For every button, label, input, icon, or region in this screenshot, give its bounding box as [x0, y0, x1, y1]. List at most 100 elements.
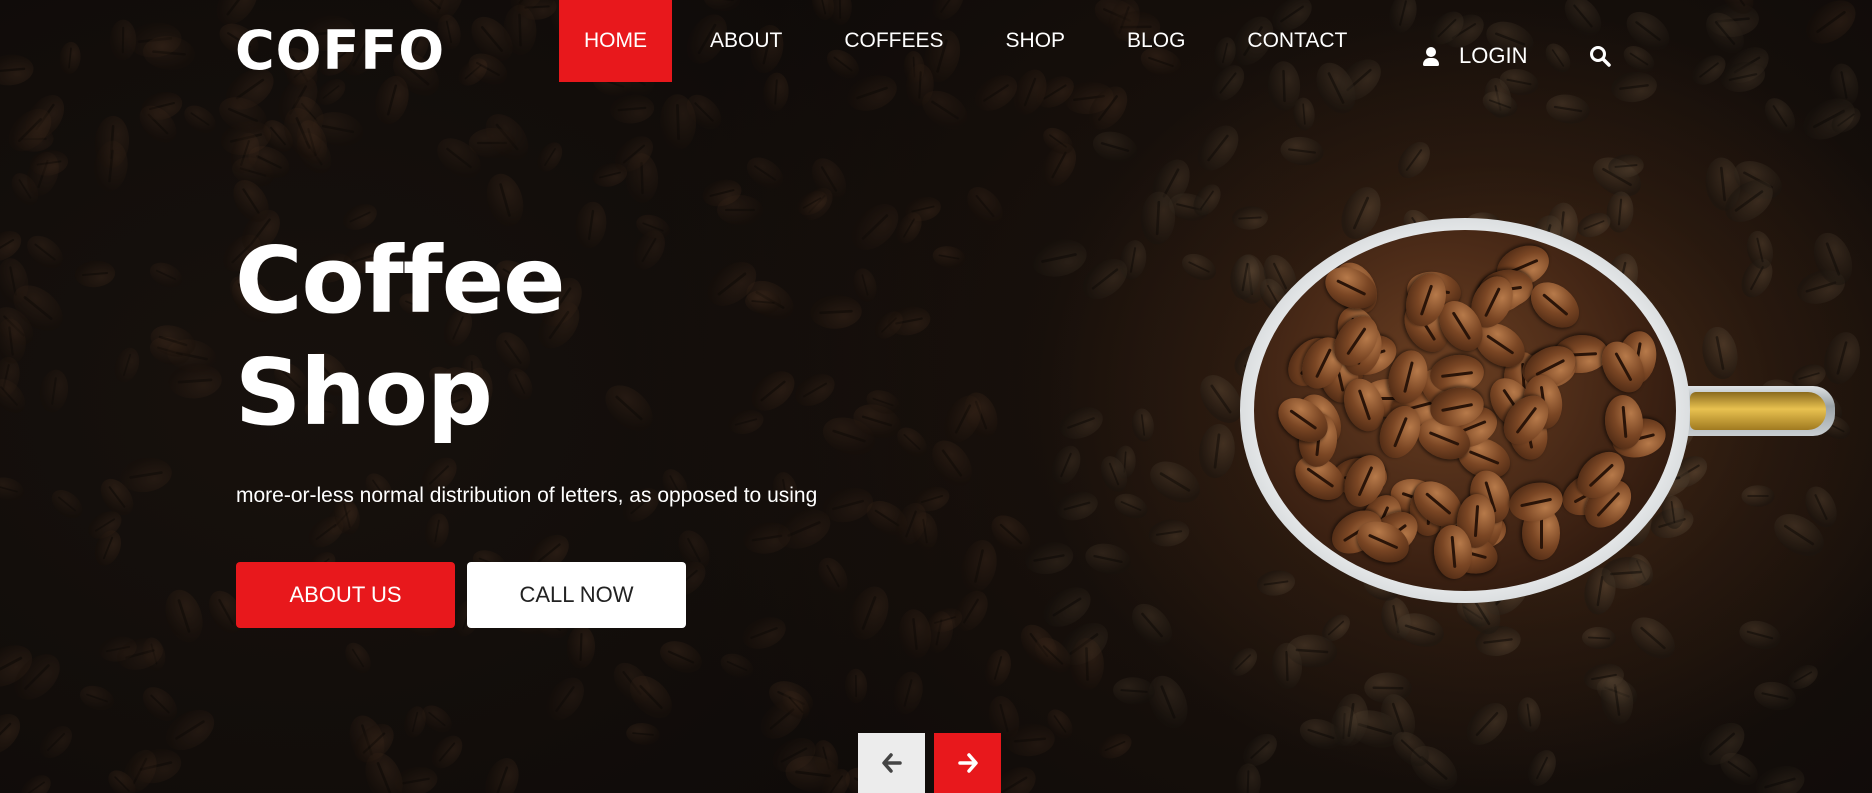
background-bean [1088, 126, 1141, 168]
background-bean [895, 607, 934, 661]
background-bean [809, 293, 863, 330]
background-bean [716, 648, 758, 683]
background-bean [947, 584, 995, 637]
call-now-button[interactable]: CALL NOW [467, 562, 686, 628]
arrow-left-icon [881, 753, 902, 773]
background-bean [566, 624, 596, 669]
background-bean [959, 180, 1010, 232]
hero-subtitle: more-or-less normal distribution of lett… [236, 484, 818, 507]
background-bean [909, 510, 941, 552]
search-button[interactable] [1588, 44, 1612, 68]
slider-prev-button[interactable] [858, 733, 925, 793]
background-bean [537, 670, 592, 728]
background-bean [0, 705, 29, 762]
background-bean [1223, 642, 1263, 682]
background-bean [479, 753, 525, 793]
coffee-cup-image [1240, 218, 1840, 608]
background-bean [1196, 421, 1238, 481]
background-bean [1028, 234, 1091, 283]
hero-title: Coffee Shop [235, 225, 566, 449]
background-bean [1234, 763, 1262, 793]
background-bean [1141, 670, 1195, 735]
background-bean [1391, 135, 1437, 185]
login-label: LOGIN [1459, 43, 1528, 68]
background-bean [1045, 441, 1086, 489]
background-bean [468, 127, 515, 158]
background-bean [1292, 96, 1317, 132]
hero-title-line-1: Coffee [235, 227, 566, 334]
background-bean [1053, 487, 1102, 526]
background-bean [717, 194, 764, 225]
background-bean [1735, 616, 1784, 654]
background-bean [1623, 609, 1684, 668]
background-bean [930, 244, 967, 271]
nav-coffees[interactable]: COFFEES [844, 0, 943, 82]
background-bean [596, 376, 662, 440]
background-bean [1544, 91, 1593, 128]
cup-handle-gold [1690, 392, 1826, 430]
background-bean [1515, 695, 1544, 735]
cup-bean [1318, 259, 1384, 318]
cup-beans [1254, 230, 1676, 591]
background-bean [1458, 695, 1516, 754]
background-bean [924, 433, 981, 494]
background-bean [159, 585, 210, 648]
background-bean [1177, 248, 1221, 286]
background-bean [179, 100, 222, 139]
about-us-button[interactable]: ABOUT US [236, 562, 455, 628]
background-bean [480, 169, 529, 231]
background-bean [1094, 728, 1136, 763]
site-header: COFFO HOME ABOUT COFFEES SHOP BLOG CONTA… [0, 0, 1872, 82]
background-bean [1522, 745, 1562, 791]
background-bean [20, 229, 69, 275]
background-bean [1054, 401, 1108, 445]
background-bean [15, 770, 56, 793]
background-bean [844, 668, 868, 703]
background-bean [167, 361, 223, 400]
search-icon [1590, 46, 1611, 67]
background-bean [1189, 118, 1247, 179]
background-bean [340, 637, 377, 678]
nav-about[interactable]: ABOUT [710, 0, 782, 82]
nav-home[interactable]: HOME [559, 0, 672, 82]
background-bean [981, 646, 1016, 690]
login-link[interactable]: LOGIN [1421, 39, 1527, 73]
background-bean [812, 553, 854, 600]
background-bean [1146, 516, 1191, 549]
background-bean [1142, 452, 1208, 511]
background-bean [37, 367, 71, 414]
background-bean [46, 484, 88, 524]
background-bean [738, 610, 791, 655]
nav-shop[interactable]: SHOP [1006, 0, 1066, 82]
background-bean [1278, 133, 1325, 168]
site-logo[interactable]: COFFO [235, 20, 445, 82]
background-bean [956, 536, 1002, 596]
background-bean [1081, 540, 1134, 579]
background-bean [532, 138, 568, 177]
nav-blog[interactable]: BLOG [1127, 0, 1185, 82]
background-bean [789, 367, 841, 413]
background-bean [608, 92, 656, 126]
background-bean [425, 729, 469, 775]
background-bean [0, 473, 27, 504]
nav-contact[interactable]: CONTACT [1247, 0, 1347, 82]
background-bean [1111, 489, 1152, 524]
cup-rim [1240, 218, 1690, 603]
background-bean [741, 151, 790, 196]
background-bean [1123, 596, 1180, 654]
background-bean [34, 720, 79, 765]
background-bean [1581, 626, 1617, 651]
background-bean [850, 265, 881, 304]
background-bean [110, 344, 144, 386]
main-nav: HOME ABOUT COFFEES SHOP BLOG CONTACT [559, 0, 1347, 82]
background-bean [1751, 760, 1809, 793]
background-bean [422, 511, 452, 551]
background-bean [146, 257, 187, 293]
background-bean [73, 259, 117, 290]
user-icon [1421, 46, 1441, 66]
background-bean [573, 199, 610, 251]
background-bean [1758, 92, 1802, 140]
hero-title-line-2: Shop [235, 339, 493, 446]
background-bean [1129, 407, 1156, 444]
slider-next-button[interactable] [934, 733, 1001, 793]
